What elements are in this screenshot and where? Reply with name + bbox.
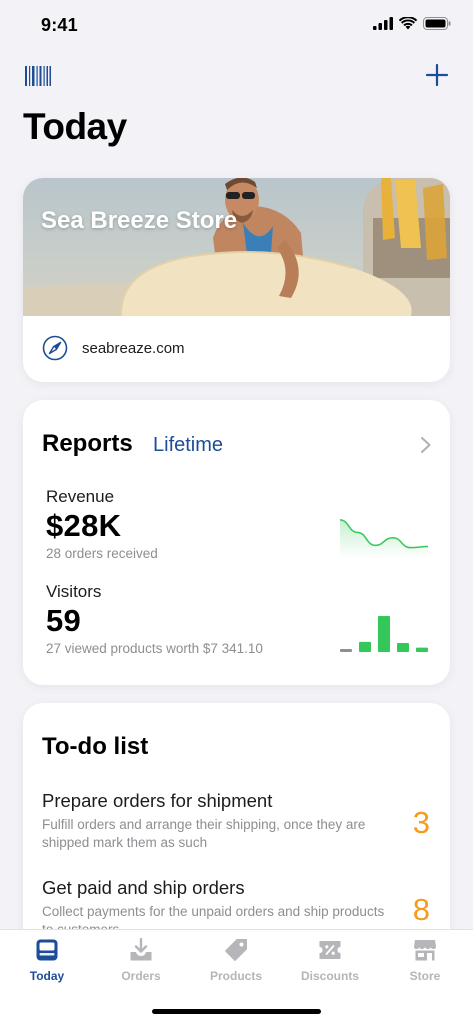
revenue-value: $28K [46, 508, 122, 543]
visitors-bar [359, 641, 371, 652]
store-url-link[interactable]: seabreaze.com [23, 316, 450, 382]
reports-card[interactable]: Reports Lifetime Revenue $28K 28 orders … [23, 400, 450, 685]
visitors-bar [378, 616, 390, 652]
status-time: 9:41 [41, 15, 78, 35]
todo-item-count: 8 [412, 892, 430, 927]
tab-products[interactable]: Products [189, 930, 283, 992]
todo-item-count: 3 [412, 805, 430, 840]
compass-icon [42, 335, 68, 361]
battery-icon [423, 17, 451, 30]
cellular-signal-icon [373, 17, 393, 30]
revenue-sparkline-area [340, 519, 428, 558]
visitors-bar [416, 647, 428, 652]
wifi-icon [399, 17, 417, 30]
barcode-icon[interactable] [25, 66, 51, 86]
page-title: Today [23, 106, 127, 147]
nav-bar [0, 60, 473, 92]
status-icons [373, 17, 451, 30]
tab-today[interactable]: Today [0, 930, 94, 992]
home-indicator [152, 1009, 321, 1014]
todo-item-prepare-orders[interactable]: Prepare orders for shipment Fulfill orde… [23, 790, 450, 860]
tag-icon [225, 939, 247, 961]
tab-label: Store [409, 969, 441, 983]
tab-orders[interactable]: Orders [94, 930, 188, 992]
tray-download-icon [130, 938, 152, 961]
revenue-trend-sparkline [340, 519, 428, 558]
visitors-bar [340, 649, 352, 652]
visitors-bar-sparkline [340, 616, 428, 652]
visitors-subtitle: 27 viewed products worth $7 341.10 [46, 641, 263, 656]
plus-icon[interactable] [425, 63, 449, 87]
today-icon [36, 939, 58, 961]
visitors-bar [397, 643, 409, 652]
reports-title: Reports [42, 430, 133, 457]
todo-title: To-do list [42, 733, 149, 760]
visitors-value: 59 [46, 603, 82, 638]
store-card[interactable]: Sea Breeze Store seabreaze.com [23, 178, 450, 382]
store-banner-image: Sea Breeze Store [23, 178, 450, 316]
reports-range-selector[interactable]: Lifetime [153, 434, 223, 457]
discount-ticket-icon [319, 941, 341, 959]
chevron-right-icon[interactable] [420, 436, 432, 454]
tab-label: Orders [121, 969, 161, 983]
status-bar: 9:41 [0, 0, 473, 52]
tab-label: Today [29, 969, 65, 983]
store-url: seabreaze.com [82, 340, 185, 357]
storefront-icon [414, 940, 436, 961]
todo-item-title: Prepare orders for shipment [42, 790, 273, 811]
todo-item-title: Get paid and ship orders [42, 877, 245, 898]
tab-label: Products [209, 969, 262, 983]
tab-discounts[interactable]: Discounts [283, 930, 377, 992]
tab-store[interactable]: Store [378, 930, 472, 992]
revenue-label: Revenue [46, 487, 115, 506]
tab-label: Discounts [300, 969, 359, 983]
store-name: Sea Breeze Store [41, 207, 238, 234]
visitors-label: Visitors [46, 582, 102, 601]
todo-item-description: Fulfill orders and arrange their shippin… [42, 817, 366, 850]
revenue-subtitle: 28 orders received [46, 546, 158, 561]
